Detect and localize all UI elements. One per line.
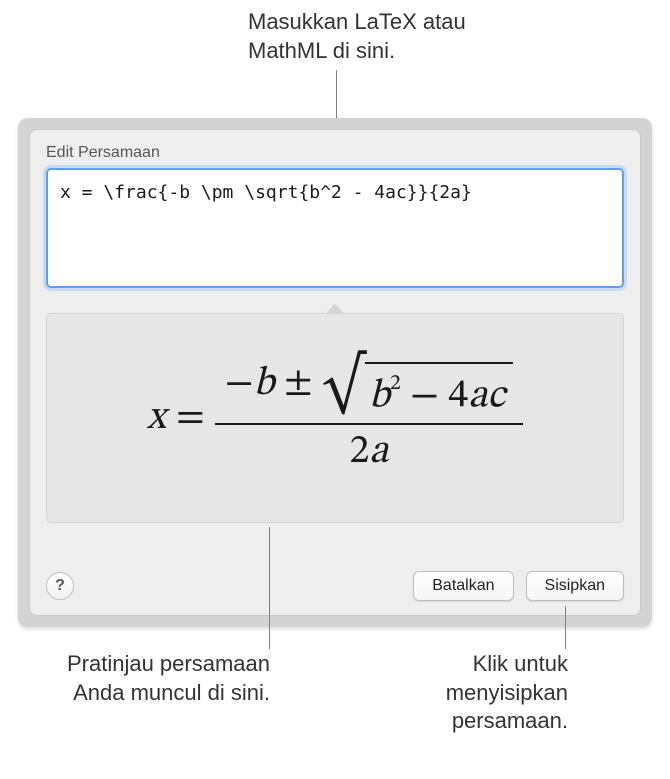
help-button[interactable]: ? [46,572,74,600]
equation-input[interactable] [46,168,624,288]
num-2: 2 [349,432,369,472]
formula-fraction: −b ± √ b2 − 4ac 2a [215,357,523,480]
var-b: b [254,364,275,404]
callout-preview-hint: Pratinjau persamaan Anda muncul di sini. [36,650,270,707]
callout-input-hint: Masukkan LaTeX atau MathML di sini. [248,8,548,65]
var-a2: a [369,432,388,472]
fraction-numerator: −b ± √ b2 − 4ac [215,357,523,424]
dialog-button-row: ? Batalkan Sisipkan [46,571,624,601]
minus-sign-2: − [410,376,439,416]
plusminus-sign: ± [284,364,313,404]
minus-sign: − [225,364,254,404]
num-4: 4 [448,376,468,416]
callout-insert-hint: Klik untuk menyisipkan persamaan. [400,650,568,736]
rendered-formula: x = −b ± √ b2 − 4ac [147,357,523,480]
sup-2: 2 [390,373,401,395]
equation-dialog-shell: Edit Persamaan x = −b ± √ b2 − [18,118,652,627]
insert-button[interactable]: Sisipkan [526,571,624,601]
sqrt-body: b2 − 4ac [365,362,513,422]
var-c: c [487,376,505,416]
sqrt: √ b2 − 4ac [322,362,513,422]
sqrt-sign: √ [322,368,365,428]
fraction-denominator: 2a [339,425,398,479]
var-a: a [468,376,487,416]
equation-preview: x = −b ± √ b2 − 4ac [46,313,624,523]
callout-line-bottom-left [269,527,270,649]
cancel-button[interactable]: Batalkan [413,571,513,601]
equation-dialog: Edit Persamaan x = −b ± √ b2 − [29,129,641,616]
dialog-title: Edit Persamaan [46,144,624,162]
preview-notch [326,305,344,314]
callout-line-bottom-right [565,606,566,649]
formula-lhs: x [147,393,166,443]
var-b2: b [369,376,390,416]
formula-equals: = [176,393,205,443]
